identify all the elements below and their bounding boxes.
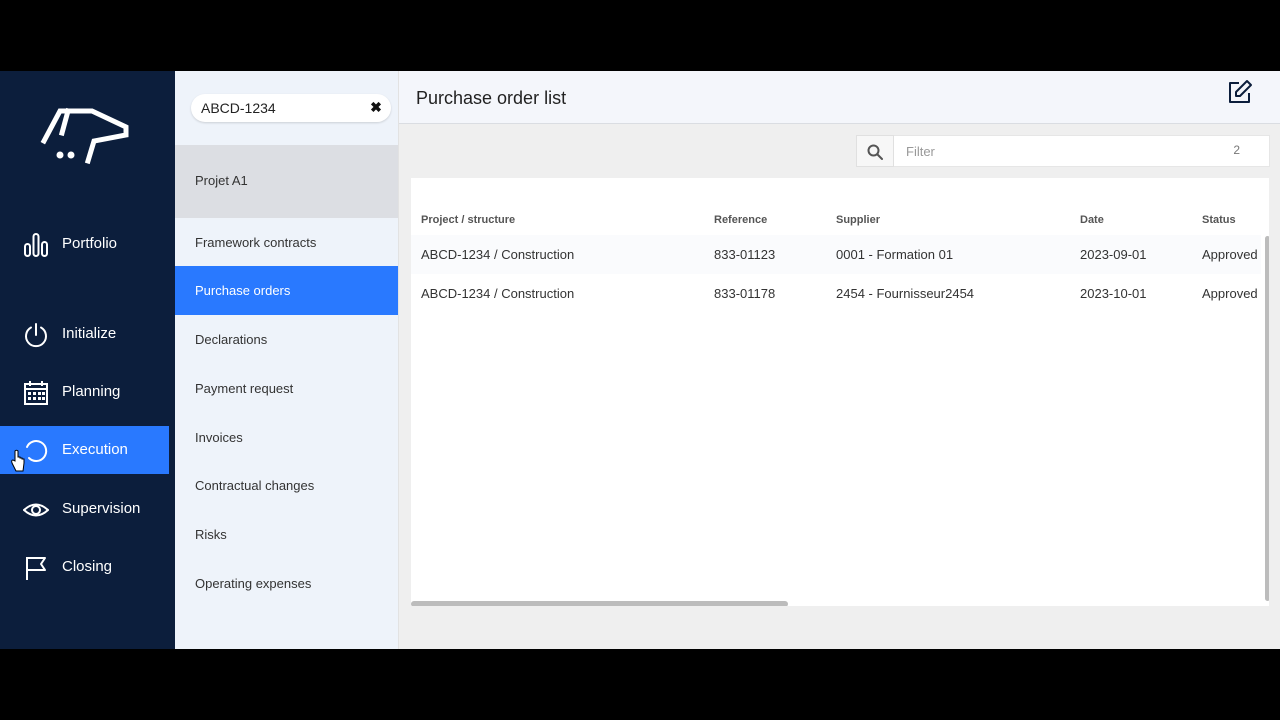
nav-item-label: Initialize xyxy=(62,325,117,342)
submenu-item-label: Risks xyxy=(195,527,227,542)
main-content: Purchase order list 2 Pro xyxy=(398,71,1280,649)
eye-icon xyxy=(23,503,49,517)
filter-search-button[interactable] xyxy=(856,135,894,167)
submenu-item-declarations[interactable]: Declarations xyxy=(175,315,398,364)
column-header-status[interactable]: Status xyxy=(1202,213,1236,227)
project-header[interactable]: Projet A1 xyxy=(175,145,398,218)
cell-date: 2023-09-01 xyxy=(1080,247,1147,262)
bar-chart-icon xyxy=(24,233,48,257)
nav-item-label: Supervision xyxy=(62,500,141,517)
cell-supplier: 0001 - Formation 01 xyxy=(836,247,954,262)
submenu-item-contractual-changes[interactable]: Contractual changes xyxy=(175,461,398,510)
submenu-item-operating-expenses[interactable]: Operating expenses xyxy=(175,559,398,608)
cell-status: Approved xyxy=(1202,247,1258,262)
power-icon xyxy=(25,323,47,348)
nav-item-label: Closing xyxy=(62,558,113,575)
nav-item-initialize[interactable]: Initialize xyxy=(0,310,169,358)
submenu-item-risks[interactable]: Risks xyxy=(175,510,398,559)
cell-project: ABCD-1234 / Construction xyxy=(421,286,575,301)
cell-supplier: 2454 - Fournisseur2454 xyxy=(836,286,975,301)
purchase-order-table: Project / structure Reference Supplier D… xyxy=(411,178,1269,606)
vertical-scrollbar[interactable] xyxy=(1265,236,1269,601)
nav-item-label: Planning xyxy=(62,383,121,400)
cell-reference: 833-01123 xyxy=(714,247,776,262)
column-header-supplier[interactable]: Supplier xyxy=(836,213,880,227)
project-search-value: ABCD-1234 xyxy=(201,100,276,116)
submenu-item-invoices[interactable]: Invoices xyxy=(175,413,398,462)
submenu-item-label: Declarations xyxy=(195,332,268,347)
filter-input[interactable] xyxy=(894,135,1270,167)
column-header-date[interactable]: Date xyxy=(1080,213,1104,227)
submenu-item-label: Contractual changes xyxy=(195,478,315,493)
nav-item-planning[interactable]: Planning xyxy=(0,368,169,416)
filter-bar: 2 xyxy=(856,135,1270,167)
submenu-panel: ABCD-1234 ✖ Projet A1 Framework contract… xyxy=(175,71,398,649)
result-count: 2 xyxy=(1233,143,1240,157)
cell-date: 2023-10-01 xyxy=(1080,286,1147,301)
submenu-item-purchase-orders[interactable]: Purchase orders xyxy=(175,266,398,315)
nav-item-label: Portfolio xyxy=(62,235,118,252)
main-navigation: Portfolio Initialize Planning Execution … xyxy=(0,71,175,649)
cell-project: ABCD-1234 / Construction xyxy=(421,247,575,262)
column-header-reference[interactable]: Reference xyxy=(714,213,767,227)
project-name: Projet A1 xyxy=(195,173,248,188)
close-icon[interactable]: ✖ xyxy=(369,100,383,114)
nav-item-portfolio[interactable]: Portfolio xyxy=(0,220,169,268)
cell-reference: 833-01178 xyxy=(714,286,776,301)
page-title: Purchase order list xyxy=(416,88,567,108)
app-window: Portfolio Initialize Planning Execution … xyxy=(0,71,1280,649)
column-header-project[interactable]: Project / structure xyxy=(421,213,515,227)
flag-icon xyxy=(26,557,46,580)
page-header: Purchase order list xyxy=(399,71,1280,124)
submenu-item-framework-contracts[interactable]: Framework contracts xyxy=(175,218,398,267)
table-row[interactable]: ABCD-1234 / Construction 833-01178 2454 … xyxy=(411,274,1261,313)
submenu-item-label: Operating expenses xyxy=(195,576,312,591)
nav-item-label: Execution xyxy=(62,441,128,458)
table-row[interactable]: ABCD-1234 / Construction 833-01123 0001 … xyxy=(411,235,1261,274)
horizontal-scrollbar[interactable] xyxy=(411,601,788,606)
brand-logo-icon xyxy=(40,107,129,165)
nav-item-supervision[interactable]: Supervision xyxy=(0,485,169,533)
edit-icon[interactable] xyxy=(1227,79,1253,105)
calendar-icon xyxy=(24,381,48,405)
search-icon xyxy=(867,144,883,160)
mouse-pointer-icon xyxy=(11,449,25,472)
project-search-field[interactable]: ABCD-1234 ✖ xyxy=(191,94,391,122)
submenu-item-label: Invoices xyxy=(195,430,243,445)
submenu-item-payment-request[interactable]: Payment request xyxy=(175,364,398,413)
submenu-item-label: Framework contracts xyxy=(195,235,317,250)
submenu-item-label: Payment request xyxy=(195,381,294,396)
nav-item-closing[interactable]: Closing xyxy=(0,543,169,591)
cell-status: Approved xyxy=(1202,286,1258,301)
submenu-item-label: Purchase orders xyxy=(195,283,291,298)
circle-progress-icon xyxy=(26,440,48,463)
